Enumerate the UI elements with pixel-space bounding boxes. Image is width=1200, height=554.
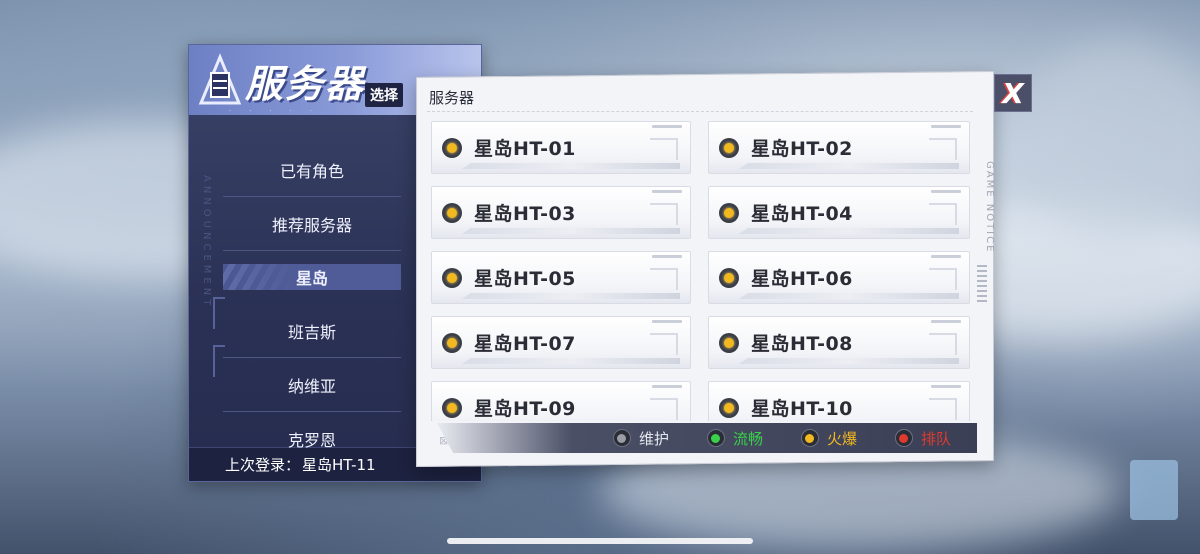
side-decoration <box>977 265 987 305</box>
legend-status-icon <box>707 429 725 447</box>
status-indicator-icon <box>719 137 739 158</box>
card-decoration <box>929 268 957 290</box>
category-banjisi[interactable]: 班吉斯 <box>223 304 401 358</box>
category-label: 克罗恩 <box>287 430 336 450</box>
card-decoration <box>929 398 957 420</box>
close-button[interactable]: X <box>994 74 1032 112</box>
server-card[interactable]: 星岛HT-07 <box>431 316 691 369</box>
category-recommended-servers[interactable]: 推荐服务器 <box>223 197 401 251</box>
server-card[interactable]: 星岛HT-01 <box>431 121 691 174</box>
server-card[interactable]: 星岛HT-06 <box>708 251 970 304</box>
status-indicator-icon <box>719 202 739 223</box>
server-name: 星岛HT-01 <box>474 138 576 160</box>
card-decoration <box>650 138 678 160</box>
server-list-panel: 服务器 GAME NOTICE 星岛HT-01 星岛HT-02 星岛HT-03 星岛H… <box>416 70 995 468</box>
close-icon: X <box>1002 76 1024 110</box>
status-indicator-icon <box>442 397 462 418</box>
category-label: 已有角色 <box>279 161 344 181</box>
legend-status-icon <box>895 429 913 447</box>
server-name: 星岛HT-06 <box>751 268 853 290</box>
category-label: 纳维亚 <box>287 376 336 396</box>
background-decoration <box>1130 460 1178 520</box>
legend-status-icon <box>613 429 631 447</box>
category-label: 班吉斯 <box>287 322 336 342</box>
category-naweiya[interactable]: 纳维亚 <box>223 358 401 412</box>
category-existing-characters[interactable]: 已有角色 <box>223 143 401 197</box>
server-card[interactable]: 星岛HT-04 <box>708 186 970 239</box>
card-decoration <box>650 268 678 290</box>
status-indicator-icon <box>719 332 739 353</box>
server-name: 星岛HT-04 <box>751 203 853 225</box>
category-label: 星岛 <box>295 269 328 288</box>
status-indicator-icon <box>442 267 462 288</box>
server-card[interactable]: 星岛HT-10 <box>708 381 970 421</box>
status-indicator-icon <box>442 202 462 223</box>
legend-item: 火爆 <box>801 428 857 449</box>
server-name: 星岛HT-07 <box>474 333 576 355</box>
server-card[interactable]: 星岛HT-05 <box>431 251 691 304</box>
server-grid: 星岛HT-01 星岛HT-02 星岛HT-03 星岛HT-04 星岛HT-05 星岛HT-… <box>431 121 971 421</box>
server-name: 星岛HT-05 <box>474 268 576 290</box>
title-divider <box>427 111 973 112</box>
category-list: 已有角色 推荐服务器 星岛 班吉斯 纳维亚 克罗恩 <box>223 143 401 465</box>
legend-item: 流畅 <box>707 428 763 449</box>
server-name: 星岛HT-02 <box>751 138 853 160</box>
category-xingdao[interactable]: 星岛 <box>223 264 401 290</box>
game-notice-vertical-text: GAME NOTICE <box>984 161 995 254</box>
panel-subtitle: 选择 <box>365 83 403 107</box>
status-indicator-icon <box>719 397 739 418</box>
status-indicator-icon <box>442 332 462 353</box>
server-logo-icon <box>198 53 242 105</box>
card-decoration <box>929 138 957 160</box>
legend-item: 排队 <box>895 428 951 449</box>
legend-label: 排队 <box>920 429 951 448</box>
last-login-server: 星岛HT-11 <box>302 456 376 474</box>
legend-item: 维护 <box>613 428 669 449</box>
last-login-label: 上次登录： <box>225 456 301 474</box>
server-name: 星岛HT-08 <box>751 333 853 355</box>
server-card[interactable]: 星岛HT-08 <box>708 316 970 369</box>
card-decoration <box>929 203 957 225</box>
server-card[interactable]: 星岛HT-02 <box>708 121 970 174</box>
server-name: 星岛HT-03 <box>474 203 576 225</box>
panel-title: 服务器 <box>245 62 366 106</box>
server-card[interactable]: 星岛HT-03 <box>431 186 691 239</box>
header-decoration: ····· <box>229 107 331 115</box>
legend-label: 火爆 <box>826 429 857 448</box>
legend-label: 流畅 <box>732 429 763 448</box>
card-decoration <box>929 333 957 355</box>
server-list-title: 服务器 <box>429 89 475 107</box>
status-indicator-icon <box>442 137 462 158</box>
home-indicator <box>447 538 753 544</box>
category-label: 推荐服务器 <box>271 215 352 235</box>
server-name: 星岛HT-10 <box>751 398 853 420</box>
status-indicator-icon <box>719 267 739 288</box>
server-card[interactable]: 星岛HT-09 <box>431 381 691 421</box>
status-legend: 维护 流畅 火爆 排队 <box>437 423 977 453</box>
legend-status-icon <box>801 429 819 447</box>
announcement-vertical-text: ANNOUNCEMENT <box>201 175 212 310</box>
card-decoration <box>650 203 678 225</box>
legend-label: 维护 <box>638 429 669 448</box>
card-decoration <box>650 398 678 420</box>
card-decoration <box>650 333 678 355</box>
server-name: 星岛HT-09 <box>474 398 576 420</box>
